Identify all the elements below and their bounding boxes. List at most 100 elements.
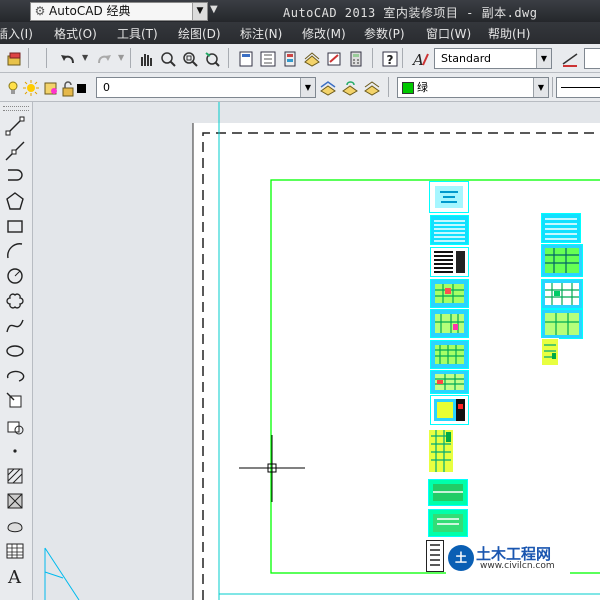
properties-icon[interactable] — [236, 49, 256, 69]
sheet-thumb-col2-detail[interactable] — [541, 338, 559, 366]
menu-window[interactable]: 窗口(W) — [426, 25, 471, 42]
arc-icon[interactable] — [5, 241, 25, 261]
svg-text:A: A — [7, 567, 22, 586]
draw-toolbar: A — [0, 102, 33, 600]
menu-format[interactable]: 格式(O) — [54, 25, 97, 42]
window-title: AutoCAD 2013 室内装修项目 - 副本.dwg — [283, 6, 538, 20]
rectangle-icon[interactable] — [5, 216, 25, 236]
menu-parameters[interactable]: 参数(P) — [364, 25, 405, 42]
zoom-realtime-icon[interactable] — [158, 49, 178, 69]
watermark-logo: 土 土木工程网 www.civilcn.com — [446, 540, 570, 576]
sheet-thumb-notes[interactable] — [430, 247, 469, 277]
undo-dropdown-icon[interactable]: ▼ — [82, 53, 88, 62]
redo-dropdown-icon[interactable]: ▼ — [118, 53, 124, 62]
circle-icon[interactable] — [5, 266, 25, 286]
text-style-value: Standard — [441, 52, 492, 65]
layer-iso-icon[interactable] — [362, 78, 382, 98]
dimension-style-icon[interactable] — [560, 49, 580, 69]
polygon-icon[interactable] — [5, 191, 25, 211]
menu-draw[interactable]: 绘图(D) — [178, 25, 221, 42]
menu-tools[interactable]: 工具(T) — [117, 25, 158, 42]
undo-icon[interactable] — [58, 49, 78, 69]
dimension-style-select[interactable] — [584, 48, 600, 69]
chevron-down-icon[interactable]: ▼ — [536, 49, 551, 68]
ucs-fragment — [44, 547, 80, 600]
redo-icon[interactable] — [94, 49, 114, 69]
sheet-thumb-col2-plan-3[interactable] — [541, 309, 583, 339]
hatch-icon[interactable] — [5, 466, 25, 486]
menu-help[interactable]: 帮助(H) — [488, 25, 530, 42]
line-icon[interactable] — [5, 116, 25, 136]
spline-icon[interactable] — [5, 316, 25, 336]
menu-bar: 插入(I) 格式(O) 工具(T) 绘图(D) 标注(N) 修改(M) 参数(P… — [0, 22, 600, 44]
gear-icon: ⚙ — [34, 4, 46, 18]
sheet-thumb-plan-4[interactable] — [430, 370, 469, 394]
text-style-select[interactable]: Standard ▼ — [434, 48, 552, 69]
calculator-icon[interactable] — [346, 49, 366, 69]
menu-modify[interactable]: 修改(M) — [302, 25, 346, 42]
watermark-mark: 土 — [448, 545, 474, 571]
chevron-down-icon[interactable]: ▼ — [192, 3, 207, 20]
color-select[interactable]: 绿 ▼ — [397, 77, 549, 98]
ellipse-arc-icon[interactable] — [5, 366, 25, 386]
linetype-preview — [561, 87, 600, 88]
layers-toolbar: 0 ▼ 绿 ▼ — [0, 73, 600, 102]
region-icon[interactable] — [5, 516, 25, 536]
sheet-thumb-elevation-2[interactable] — [428, 428, 454, 474]
drawing-layer — [44, 102, 600, 600]
workspace-label: AutoCAD 经典 — [49, 4, 131, 18]
help-icon[interactable]: ? — [380, 49, 400, 69]
sheet-thumb-elevation-1[interactable] — [430, 395, 469, 425]
point-icon[interactable] — [5, 441, 25, 461]
sheet-thumb-detail-3[interactable] — [426, 540, 444, 572]
sheet-thumb-cover[interactable] — [429, 181, 469, 213]
chevron-down-icon[interactable]: ▼ — [533, 78, 548, 97]
sheet-set-icon[interactable] — [302, 49, 322, 69]
svg-text:A: A — [411, 51, 424, 68]
sheet-thumb-detail-2[interactable] — [428, 509, 468, 537]
multiline-text-icon[interactable]: A — [5, 566, 25, 588]
drawing-canvas[interactable]: 土 土木工程网 www.civilcn.com — [33, 102, 600, 600]
table-icon[interactable] — [5, 541, 25, 561]
layer-previous-icon[interactable] — [340, 78, 360, 98]
workspace-selector[interactable]: ⚙ AutoCAD 经典 ▼ — [30, 2, 208, 21]
design-center-icon[interactable] — [258, 49, 278, 69]
revision-cloud-icon[interactable] — [5, 291, 25, 311]
zoom-previous-icon[interactable] — [202, 49, 222, 69]
insert-block-icon[interactable] — [5, 391, 25, 411]
crosshair-cursor — [239, 435, 305, 502]
make-block-icon[interactable] — [5, 416, 25, 436]
sheet-thumb-col2-plan-1[interactable] — [541, 244, 583, 277]
menu-insert[interactable]: 插入(I) — [0, 25, 33, 42]
title-bar: ⚙ AutoCAD 经典 ▼ ▼ AutoCAD 2013 室内装修项目 - 副… — [0, 0, 600, 22]
markup-icon[interactable] — [324, 49, 344, 69]
svg-text:?: ? — [387, 53, 394, 67]
layer-icon[interactable] — [4, 49, 24, 69]
sheet-thumb-detail-1[interactable] — [428, 479, 468, 506]
construction-line-icon[interactable] — [5, 141, 25, 161]
linetype-select[interactable] — [556, 77, 600, 98]
watermark-url: www.civilcn.com — [480, 561, 555, 571]
pan-icon[interactable] — [136, 49, 156, 69]
layer-state-icons[interactable] — [4, 78, 90, 98]
sheet-thumb-plan-3[interactable] — [430, 340, 469, 369]
ellipse-icon[interactable] — [5, 341, 25, 361]
layer-select[interactable]: 0 ▼ — [96, 77, 316, 98]
zoom-window-icon[interactable] — [180, 49, 200, 69]
sheet-thumb-plan-2[interactable] — [430, 309, 469, 338]
sheet-thumb-col2-index[interactable] — [541, 213, 581, 243]
make-current-layer-icon[interactable] — [318, 78, 338, 98]
toolbar-grip[interactable] — [3, 106, 29, 111]
quick-access-dropdown-icon[interactable]: ▼ — [210, 4, 218, 15]
color-swatch — [402, 82, 414, 94]
sheet-thumb-col2-plan-2[interactable] — [541, 279, 583, 309]
gradient-icon[interactable] — [5, 491, 25, 511]
sheet-thumb-plan-1[interactable] — [430, 279, 469, 308]
tool-palettes-icon[interactable] — [280, 49, 300, 69]
polyline-icon[interactable] — [5, 166, 25, 186]
menu-dimension[interactable]: 标注(N) — [240, 25, 282, 42]
chevron-down-icon[interactable]: ▼ — [300, 78, 315, 97]
color-name: 绿 — [417, 81, 428, 94]
text-style-icon[interactable]: A — [410, 49, 430, 69]
sheet-thumb-index[interactable] — [430, 215, 469, 245]
